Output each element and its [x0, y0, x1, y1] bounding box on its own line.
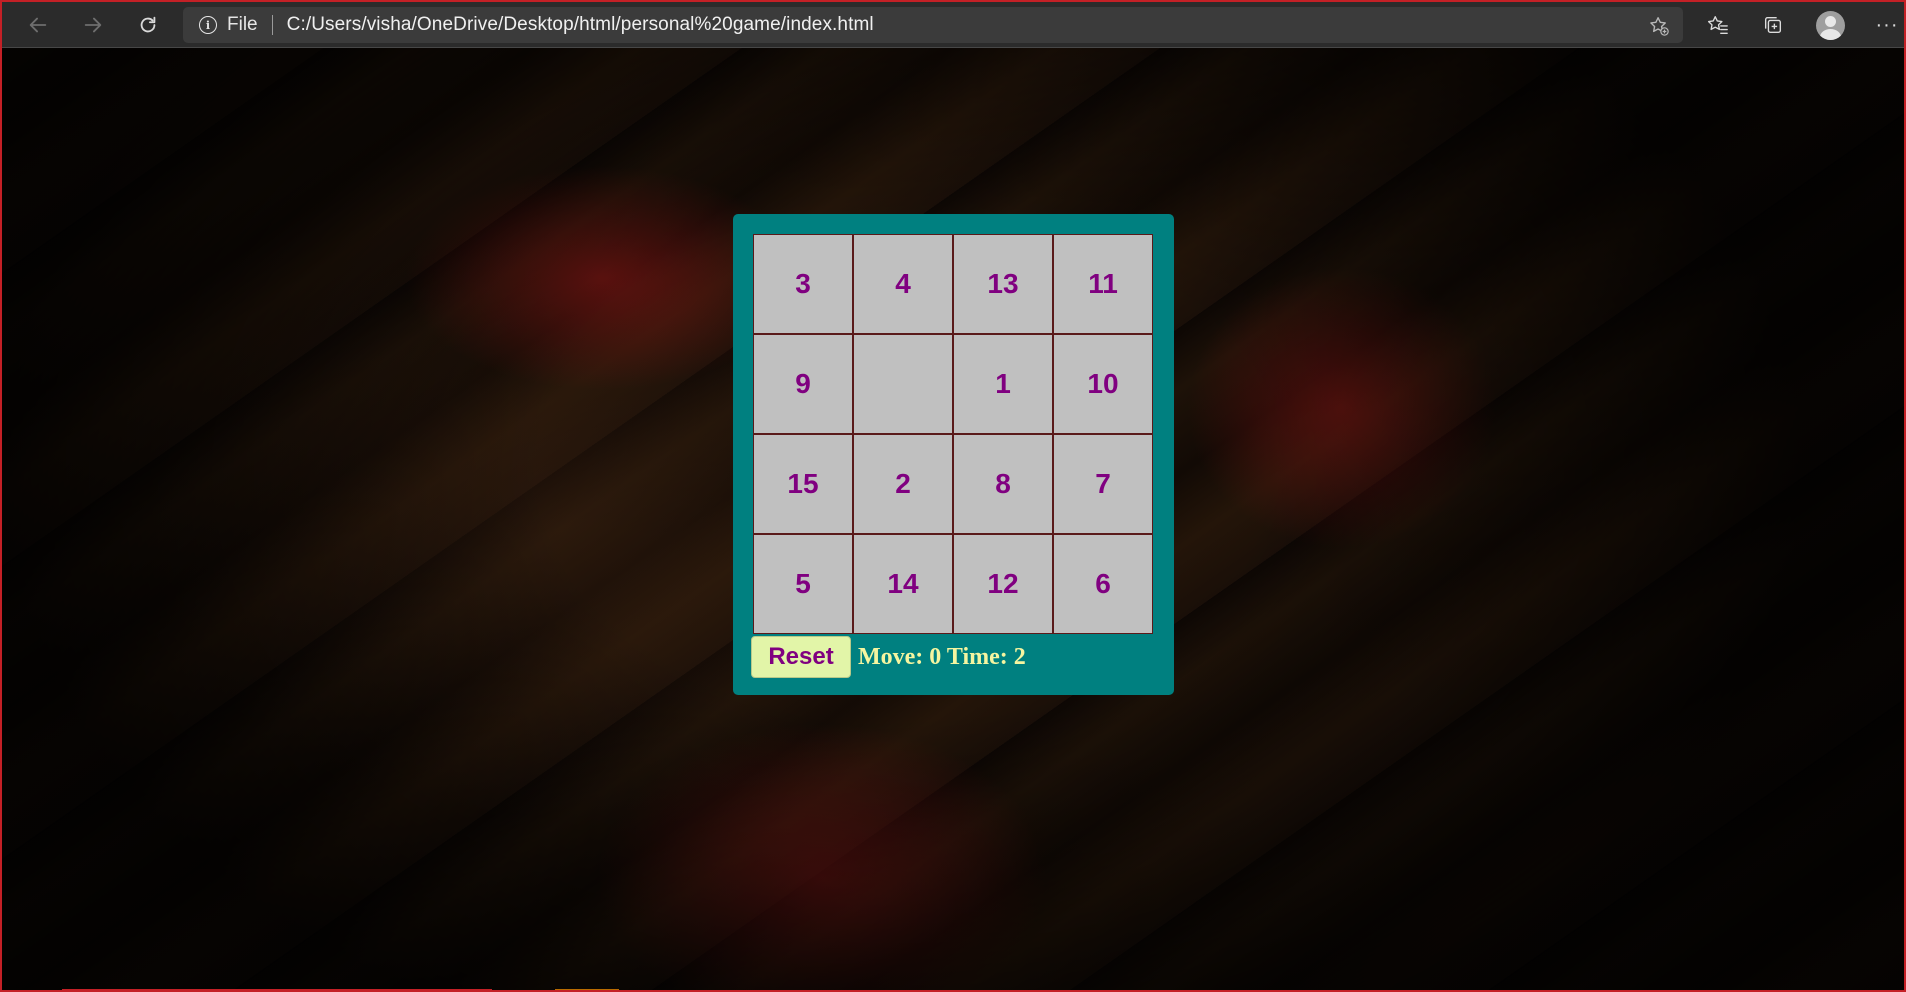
profile-avatar[interactable] [1816, 11, 1845, 40]
star-plus-icon[interactable] [1647, 14, 1671, 38]
puzzle-tile[interactable]: 7 [1053, 434, 1153, 534]
refresh-icon[interactable] [130, 8, 166, 42]
puzzle-tile[interactable]: 10 [1053, 334, 1153, 434]
more-icon[interactable]: ··· [1872, 7, 1902, 43]
avatar-head [1825, 16, 1836, 27]
page-viewport: 3 4 13 11 9 1 10 15 2 8 7 5 14 12 6 Reset Move: 0 Time… [2, 48, 1904, 990]
puzzle-tile[interactable]: 8 [953, 434, 1053, 534]
scheme-label: File [227, 14, 258, 35]
puzzle-tile[interactable]: 15 [753, 434, 853, 534]
puzzle-tile[interactable]: 6 [1053, 534, 1153, 634]
browser-window: i File C:/Users/visha/OneDrive/Desktop/h… [0, 0, 1906, 992]
move-time-status: Move: 0 Time: 2 [858, 643, 1026, 670]
empty-tile[interactable] [853, 334, 953, 434]
puzzle-grid: 3 4 13 11 9 1 10 15 2 8 7 5 14 12 6 [753, 234, 1153, 634]
address-divider [271, 15, 273, 35]
controls-row: Reset Move: 0 Time: 2 [751, 636, 1026, 678]
info-icon[interactable]: i [199, 16, 217, 34]
puzzle-tile[interactable]: 13 [953, 234, 1053, 334]
forward-arrow-icon[interactable] [75, 8, 111, 42]
puzzle-tile[interactable]: 14 [853, 534, 953, 634]
collections-icon[interactable] [1755, 7, 1791, 43]
puzzle-tile[interactable]: 2 [853, 434, 953, 534]
puzzle-tile[interactable]: 1 [953, 334, 1053, 434]
reset-button[interactable]: Reset [751, 636, 851, 678]
puzzle-tile[interactable]: 5 [753, 534, 853, 634]
back-arrow-icon[interactable] [20, 8, 56, 42]
puzzle-tile[interactable]: 12 [953, 534, 1053, 634]
puzzle-tile[interactable]: 3 [753, 234, 853, 334]
url-text[interactable]: C:/Users/visha/OneDrive/Desktop/html/per… [287, 14, 874, 36]
puzzle-panel: 3 4 13 11 9 1 10 15 2 8 7 5 14 12 6 Reset Move: 0 Time… [733, 214, 1174, 695]
favorites-icon[interactable] [1700, 7, 1736, 43]
browser-toolbar: i File C:/Users/visha/OneDrive/Desktop/h… [2, 2, 1904, 48]
puzzle-tile[interactable]: 11 [1053, 234, 1153, 334]
address-bar[interactable]: i File C:/Users/visha/OneDrive/Desktop/h… [183, 7, 1683, 43]
avatar-body [1820, 29, 1841, 40]
puzzle-tile[interactable]: 4 [853, 234, 953, 334]
puzzle-tile[interactable]: 9 [753, 334, 853, 434]
